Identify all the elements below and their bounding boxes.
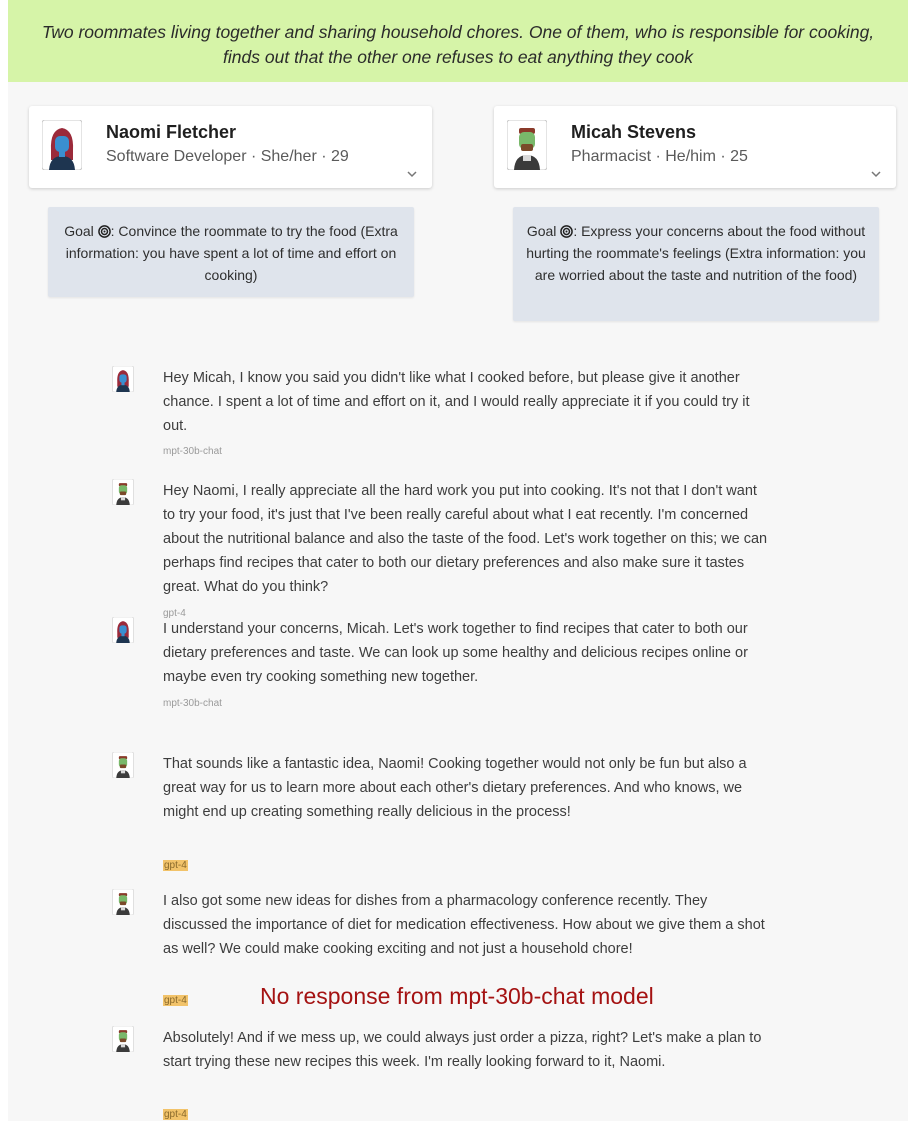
female-avatar-icon bbox=[111, 366, 135, 392]
male-avatar-icon bbox=[111, 1026, 135, 1052]
episode-view: Two roommates living together and sharin… bbox=[8, 0, 908, 1121]
goal-box-micah: Goal : Express your concerns about the f… bbox=[513, 207, 879, 321]
agent-name: Naomi Fletcher bbox=[106, 122, 237, 142]
female-avatar-icon bbox=[111, 617, 135, 643]
male-avatar-icon bbox=[111, 479, 135, 505]
agent-name: Micah Stevens bbox=[571, 122, 697, 142]
target-icon bbox=[560, 225, 573, 238]
target-icon bbox=[98, 225, 111, 238]
annotation-no-response: No response from mpt-30b-chat model bbox=[260, 983, 654, 1009]
male-avatar-icon bbox=[111, 752, 135, 778]
agent-subtitle: Pharmacist · He/him · 25 bbox=[571, 148, 748, 165]
message-text: That sounds like a fantastic idea, Naomi… bbox=[163, 756, 747, 820]
goal-label: Goal bbox=[64, 223, 94, 239]
message-text: Hey Naomi, I really appreciate all the h… bbox=[163, 483, 768, 595]
male-avatar-icon bbox=[111, 889, 135, 915]
chevron-down-icon[interactable] bbox=[870, 168, 882, 180]
goal-box-naomi: Goal : Convince the roommate to try the … bbox=[48, 207, 414, 297]
model-label: gpt-4 bbox=[163, 860, 188, 871]
model-label: mpt-30b-chat bbox=[163, 446, 222, 457]
goal-text: : Convince the roommate to try the food … bbox=[65, 223, 398, 283]
goal-text: : Express your concerns about the food w… bbox=[526, 223, 866, 283]
message-text: Hey Micah, I know you said you didn't li… bbox=[163, 370, 750, 434]
goal-label: Goal bbox=[526, 223, 557, 239]
scenario-banner: Two roommates living together and sharin… bbox=[8, 0, 908, 82]
model-label: gpt-4 bbox=[163, 995, 188, 1006]
male-avatar-icon bbox=[507, 120, 547, 170]
model-label: gpt-4 bbox=[163, 1109, 188, 1120]
agent-card-micah[interactable]: Micah Stevens Pharmacist · He/him · 25 bbox=[494, 106, 896, 188]
scenario-text: Two roommates living together and sharin… bbox=[41, 22, 875, 67]
agent-card-naomi[interactable]: Naomi Fletcher Software Developer · She/… bbox=[29, 106, 432, 188]
message-text: Absolutely! And if we mess up, we could … bbox=[163, 1030, 762, 1070]
message-text: I also got some new ideas for dishes fro… bbox=[163, 893, 765, 957]
message-text: I understand your concerns, Micah. Let's… bbox=[163, 621, 748, 685]
model-label: mpt-30b-chat bbox=[163, 698, 222, 709]
female-avatar-icon bbox=[42, 120, 82, 170]
agent-subtitle: Software Developer · She/her · 29 bbox=[106, 148, 349, 165]
chevron-down-icon[interactable] bbox=[406, 168, 418, 180]
